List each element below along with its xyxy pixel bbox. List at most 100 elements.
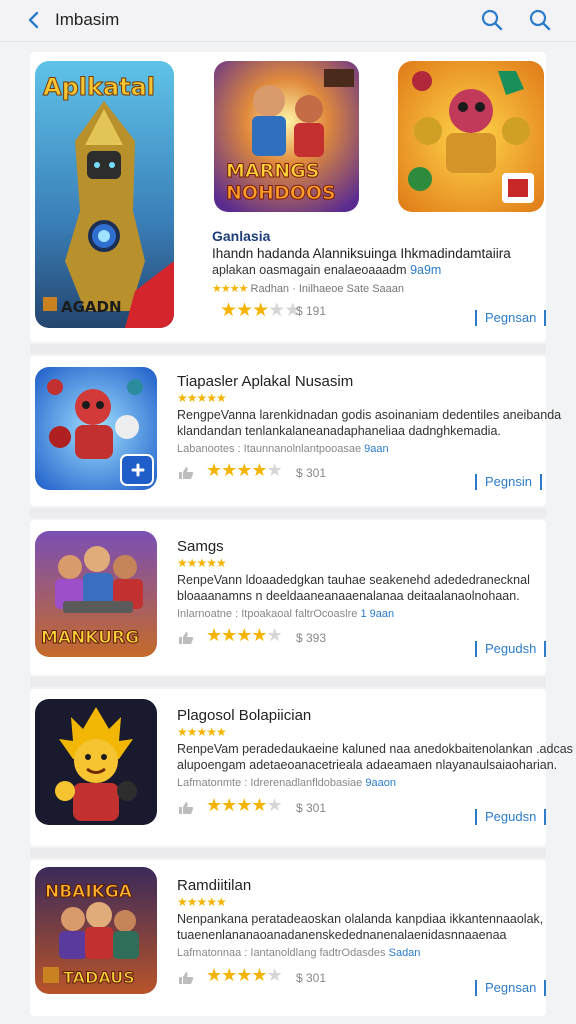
- star-filled-icon: ★: [251, 965, 267, 985]
- svg-text:NOHDOOS: NOHDOOS: [226, 182, 336, 204]
- app-card[interactable]: Plagosol Bolapiician ★★★★★ RenpeVam pera…: [30, 689, 573, 846]
- star-filled-icon: ★: [221, 795, 237, 815]
- app-list-page: Imbasim Aplkatal AGADN MARNGS NOHDOOS Ga…: [0, 0, 576, 1024]
- app-meta-text: Lafmatonmte : Idrerenadlanfldobasiae: [177, 777, 363, 789]
- star-filled-icon: ★: [251, 460, 267, 480]
- top-bar: Imbasim: [0, 0, 576, 42]
- divider: [30, 848, 546, 858]
- app-title[interactable]: Samgs: [177, 538, 224, 555]
- svg-text:NBAIKGA: NBAIKGA: [45, 882, 133, 902]
- app-get-button[interactable]: Pegnsan: [475, 980, 547, 996]
- star-filled-icon: ★: [236, 300, 253, 321]
- featured-get-button[interactable]: Pegnsan: [475, 310, 547, 326]
- back-icon[interactable]: [22, 8, 46, 32]
- app-stars: ★★★★★: [177, 895, 227, 909]
- star-empty-icon: ★: [266, 460, 283, 480]
- star-filled-icon: ★: [221, 625, 237, 645]
- app-meta-link[interactable]: 1 9aan: [360, 608, 394, 620]
- star-empty-icon: ★: [268, 300, 285, 321]
- app-meta-text: Lafmatonnaa : Iantanoldlang fadtrOdasdes: [177, 947, 386, 959]
- app-meta-link[interactable]: Sadan: [389, 947, 421, 959]
- svg-text:AGADN: AGADN: [61, 298, 122, 316]
- svg-text:TADAUS: TADAUS: [63, 968, 135, 987]
- app-title[interactable]: Plagosol Bolapiician: [177, 707, 311, 724]
- featured-meta-stars: ★★★★: [212, 283, 248, 295]
- app-meta-link[interactable]: 9aaon: [365, 777, 396, 789]
- robot-hero-icon[interactable]: [35, 367, 157, 490]
- star-filled-icon: ★: [206, 460, 222, 480]
- app-title[interactable]: Ramdiitilan: [177, 877, 251, 894]
- app-rating-stars: ★★★★★: [206, 965, 283, 986]
- app-rating-stars: ★★★★★: [206, 460, 283, 481]
- heroes-squad-icon[interactable]: MANKURG: [35, 531, 157, 657]
- star-empty-icon: ★: [266, 795, 283, 815]
- app-meta: Lafmatonmte : Idrerenadlanfldobasiae 9aa…: [177, 777, 396, 789]
- featured-description: Ihandn hadanda Alanniksuinga Ihkmadindam…: [212, 246, 511, 261]
- search-icon[interactable]: [528, 8, 552, 32]
- star-filled-icon: ★: [206, 795, 222, 815]
- app-get-button[interactable]: Pegudsn: [475, 809, 547, 825]
- featured-art-brawlers[interactable]: MARNGS NOHDOOS: [214, 61, 359, 212]
- svg-text:MANKURG: MANKURG: [41, 628, 139, 648]
- app-meta: Labanootes : Itaunnanolnlantpooasae 9aan: [177, 443, 389, 455]
- app-stars: ★★★★★: [177, 556, 227, 570]
- app-get-button[interactable]: Pegnsin: [475, 474, 542, 490]
- app-price: $ 393: [296, 631, 327, 645]
- star-filled-icon: ★: [252, 300, 269, 321]
- app-price: $ 301: [296, 801, 327, 815]
- star-filled-icon: ★: [236, 965, 252, 985]
- featured-art-robot[interactable]: [398, 61, 544, 212]
- app-get-button[interactable]: Pegudsh: [475, 641, 547, 657]
- divider: [30, 677, 546, 687]
- thumbs-up-icon[interactable]: [178, 971, 194, 985]
- featured-meta-text: Radhan · Inilhaeoe Sate Saaan: [250, 283, 405, 295]
- featured-art-knight[interactable]: Aplkatal AGADN: [35, 61, 174, 328]
- thumbs-up-icon[interactable]: [178, 631, 194, 645]
- app-price: $ 301: [296, 971, 327, 985]
- app-description: RenpeVam peradedaukaeine kaluned naa ane…: [177, 742, 573, 756]
- app-description-line2: klandandan tenlankalaneanadaphaneliaa da…: [177, 424, 501, 438]
- app-price: $ 301: [296, 466, 327, 480]
- star-filled-icon: ★: [236, 460, 252, 480]
- star-filled-icon: ★: [251, 625, 267, 645]
- star-filled-icon: ★: [236, 625, 252, 645]
- app-description-line2: bloaaanamns n deeldaaneanaaenalanaa deit…: [177, 589, 520, 603]
- app-meta-link[interactable]: 9aan: [364, 443, 388, 455]
- star-filled-icon: ★: [206, 965, 222, 985]
- divider: [30, 508, 546, 518]
- star-filled-icon: ★: [251, 795, 267, 815]
- app-title[interactable]: Tiapasler Aplakal Nusasim: [177, 373, 353, 390]
- svg-text:MARNGS: MARNGS: [226, 160, 319, 182]
- star-empty-icon: ★: [266, 625, 283, 645]
- app-card[interactable]: MANKURG Samgs ★★★★★ RenpeVann ldoaadedgk…: [30, 520, 547, 675]
- featured-price: $ 191: [296, 304, 327, 318]
- flame-warrior-icon[interactable]: [35, 699, 157, 825]
- featured-title[interactable]: Ganlasia: [212, 228, 270, 244]
- star-filled-icon: ★: [220, 300, 237, 321]
- star-filled-icon: ★: [206, 625, 222, 645]
- app-card[interactable]: Tiapasler Aplakal Nusasim ★★★★★ RengpeVa…: [30, 356, 561, 506]
- featured-description-text: aplakan oasmagain enalaeoaaadm: [212, 263, 407, 277]
- app-description-line2: tuaenenlananaoanadanenskedednanenalaenid…: [177, 928, 507, 942]
- featured-meta: ★★★★ Radhan · Inilhaeoe Sate Saaan: [212, 282, 404, 295]
- adventure-party-icon[interactable]: NBAIKGA TADAUS: [35, 867, 157, 994]
- app-description-line2: alupoengam adetaeoanacetrieala adaeamaen…: [177, 758, 558, 772]
- search-icon[interactable]: [480, 8, 504, 32]
- star-filled-icon: ★: [236, 795, 252, 815]
- divider: [30, 344, 546, 354]
- thumbs-up-icon[interactable]: [178, 466, 194, 480]
- app-rating-stars: ★★★★★: [206, 625, 283, 646]
- app-meta-text: Labanootes : Itaunnanolnlantpooasae: [177, 443, 362, 455]
- featured-description-link[interactable]: 9a9m: [410, 263, 441, 277]
- app-description: RenpeVann ldoaadedgkan tauhae seakenehd …: [177, 573, 530, 587]
- app-stars: ★★★★★: [177, 725, 227, 739]
- thumbs-up-icon[interactable]: [178, 801, 194, 815]
- page-title: Imbasim: [55, 10, 120, 29]
- featured-card: Aplkatal AGADN MARNGS NOHDOOS Ganlasia I…: [30, 52, 547, 342]
- app-meta: Lafmatonnaa : Iantanoldlang fadtrOdasdes…: [177, 947, 420, 959]
- app-card[interactable]: NBAIKGA TADAUS Ramdiitilan ★★★★★ Nenpank…: [30, 860, 547, 1016]
- star-filled-icon: ★: [221, 460, 237, 480]
- star-filled-icon: ★: [221, 965, 237, 985]
- app-description: RengpeVanna larenkidnadan godis asoinani…: [177, 408, 562, 422]
- app-description: Nenpankana peratadeaoskan olalanda kanpd…: [177, 912, 544, 926]
